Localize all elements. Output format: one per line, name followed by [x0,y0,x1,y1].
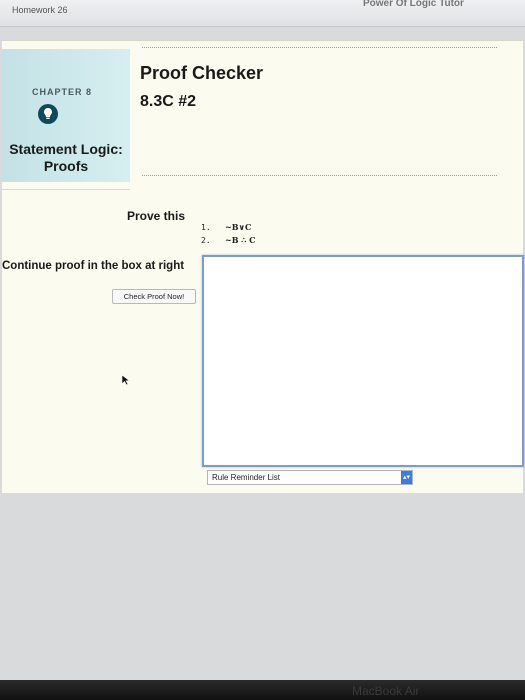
homework-title: Homework 26 [12,5,68,15]
rule-reminder-select[interactable]: Rule Reminder List ▴▾ [207,470,413,485]
premise-number: 2. [201,236,211,245]
premise-line: 2. ~B ∴ C [201,235,256,245]
prove-this-label: Prove this [127,209,186,223]
mouse-cursor-icon [121,373,131,391]
window-titlebar: Homework 26 Power Of Logic Tutor [0,0,525,27]
lightbulb-icon [38,104,58,124]
check-proof-button[interactable]: Check Proof Now! [112,289,196,304]
chapter-label: CHAPTER 8 [32,87,93,97]
divider [142,175,497,176]
section-title-line2: Proofs [43,158,89,174]
rule-reminder-selected: Rule Reminder List [212,473,281,482]
premise-line: 1. ~B∨C [201,222,251,232]
divider [2,189,130,190]
bezel-label: MacBook Air [352,684,420,698]
section-title-line1: Statement Logic: [9,141,123,157]
proof-instruction: Continue proof in the box at right [2,260,185,272]
premise-formula: ~B ∴ C [225,235,256,245]
problem-id: 8.3C #2 [140,93,197,110]
chapter-card: CHAPTER 8 Statement Logic: Proofs [2,49,130,190]
premise-formula: ~B∨C [225,222,252,232]
premise-number: 1. [201,223,211,232]
page-title: Proof Checker [140,63,264,83]
app-title: Power Of Logic Tutor [363,0,464,9]
main-panel: CHAPTER 8 Statement Logic: Proofs Proof … [2,40,524,493]
divider [142,47,497,48]
laptop-bezel [0,680,525,700]
select-arrows-icon: ▴▾ [401,471,412,484]
proof-input-box[interactable] [202,255,524,467]
section-title: Statement Logic: Proofs [2,141,130,175]
